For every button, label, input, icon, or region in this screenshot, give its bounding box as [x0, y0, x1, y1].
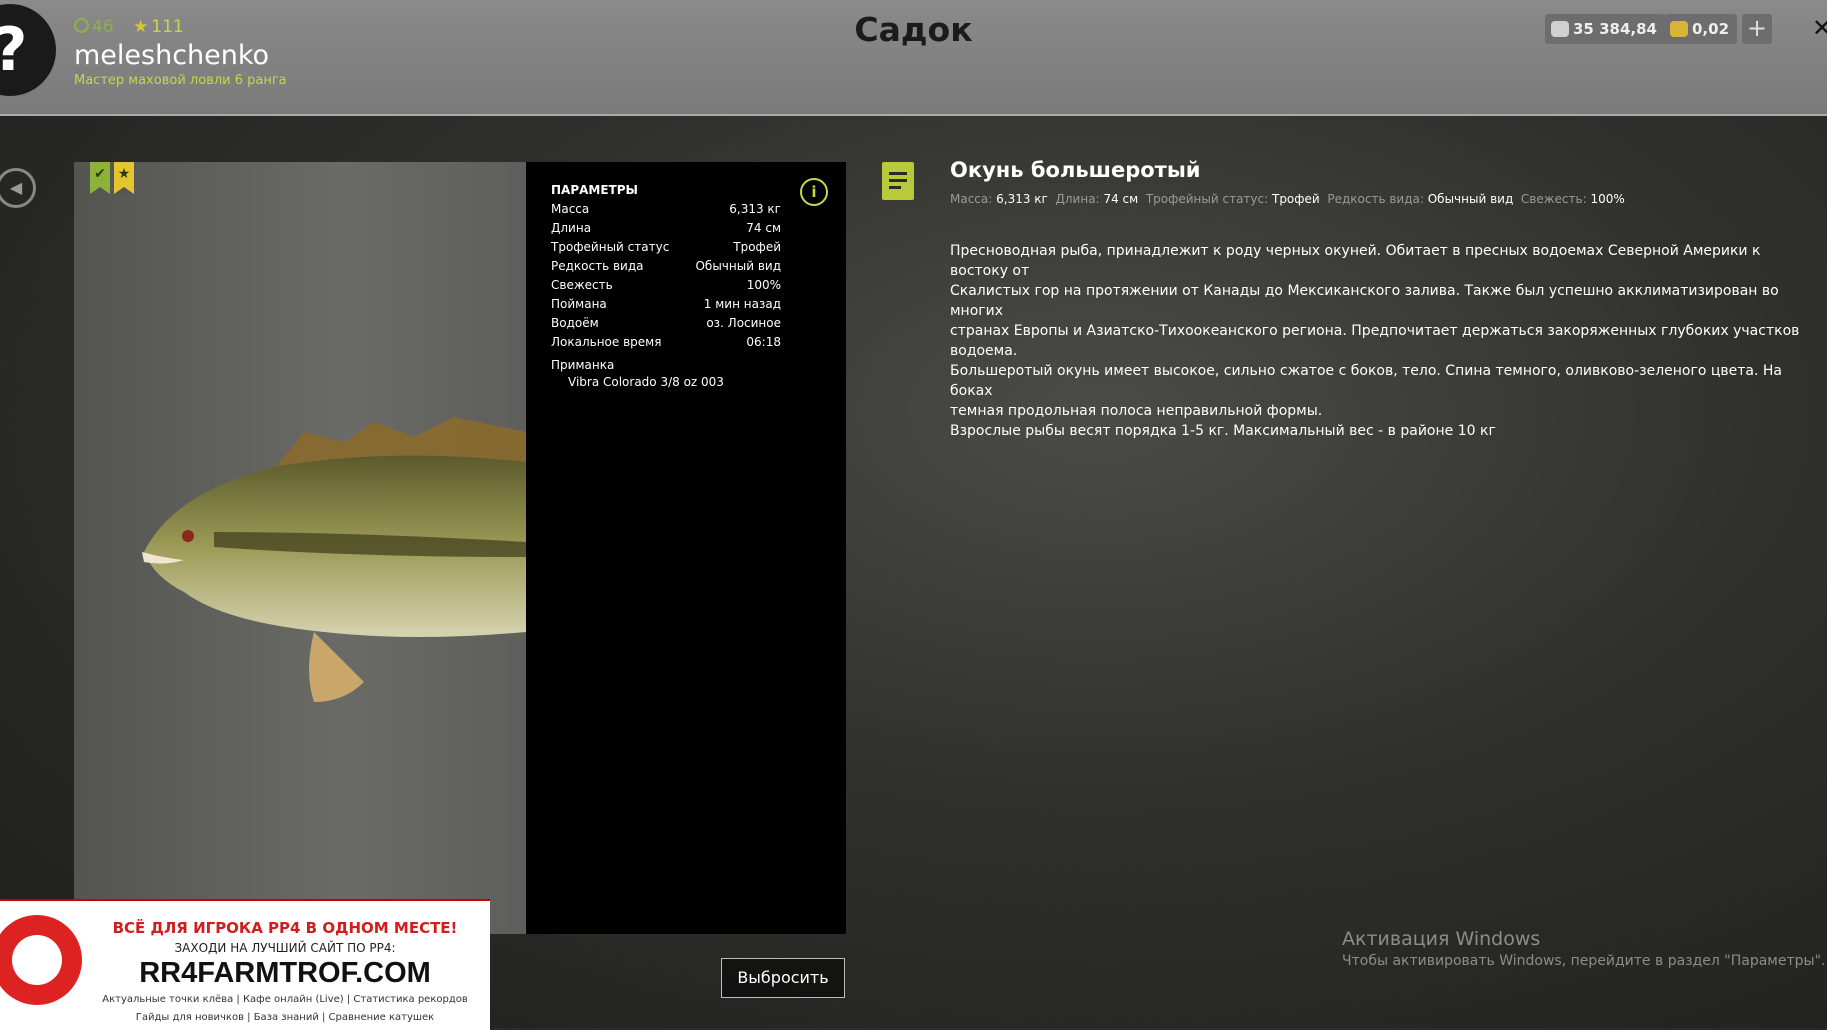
param-value: Трофей	[733, 240, 781, 254]
param-value: Обычный вид	[695, 259, 781, 273]
fish-image-panel: ✔ ★	[74, 162, 526, 934]
summary-fresh-label: Свежесть:	[1520, 192, 1587, 206]
silver-amount: 35 384,84	[1573, 20, 1657, 38]
summary-mass: 6,313 кг	[996, 192, 1048, 206]
gold-balance: 0,02	[1664, 14, 1738, 44]
back-arrow-icon[interactable]: ◀	[0, 168, 36, 208]
param-value: оз. Лосиное	[706, 316, 781, 330]
param-row: Водоём оз. Лосиное	[551, 316, 781, 330]
windows-activation-text: Чтобы активировать Windows, перейдите в …	[1342, 953, 1826, 969]
param-row: Масса 6,313 кг	[551, 202, 781, 216]
summary-length-label: Длина:	[1055, 192, 1100, 206]
param-label: Локальное время	[551, 335, 662, 349]
param-row: Поймана 1 мин назад	[551, 297, 781, 311]
param-value: 6,313 кг	[729, 202, 781, 216]
ad-links-row2: Гайды для новичков | База знаний | Сравн…	[135, 1012, 435, 1023]
param-label: Свежесть	[551, 278, 613, 292]
param-label: Водоём	[551, 316, 599, 330]
summary-length: 74 см	[1103, 192, 1139, 206]
top-bar: ? 46 ★111 meleshchenko Мастер маховой ло…	[0, 0, 1827, 116]
note-icon	[882, 162, 914, 200]
parameters-panel: ПАРАМЕТРЫ i Масса 6,313 кг Длина 74 см Трофе…	[526, 162, 846, 934]
gold-amount: 0,02	[1692, 20, 1730, 38]
param-value: 06:18	[746, 335, 781, 349]
silver-balance: 35 384,84	[1545, 14, 1665, 44]
info-icon[interactable]: i	[800, 178, 828, 206]
plus-icon[interactable]: +	[1742, 14, 1772, 44]
param-value: 1 мин назад	[703, 297, 781, 311]
param-value: 100%	[746, 278, 781, 292]
fish-summary: Масса: 6,313 кг Длина: 74 см Трофейный с…	[950, 192, 1625, 206]
param-value: 74 см	[746, 221, 781, 235]
fish-description: Пресноводная рыба, принадлежит к роду че…	[950, 243, 1800, 439]
summary-rarity-label: Редкость вида:	[1327, 192, 1424, 206]
silver-coins-icon	[1551, 21, 1569, 37]
fish-name: Окунь большеротый	[950, 158, 1201, 182]
ad-subheadline: ЗАХОДИ НА ЛУЧШИЙ САЙТ ПО РР4:	[174, 941, 396, 955]
fish-illustration	[142, 417, 526, 702]
param-row: Локальное время 06:18	[551, 335, 781, 349]
ad-headline: ВСЁ ДЛЯ ИГРОКА РР4 В ОДНОМ МЕСТЕ!	[112, 919, 458, 937]
ad-links-row1: Актуальные точки клёва | Кафе онлайн (Li…	[102, 994, 468, 1005]
param-label: Масса	[551, 202, 590, 216]
discard-button[interactable]: Выбросить	[721, 958, 845, 998]
gold-coins-icon	[1670, 21, 1688, 37]
summary-fresh: 100%	[1590, 192, 1625, 206]
summary-trophy-label: Трофейный статус:	[1145, 192, 1269, 206]
param-row: Редкость вида Обычный вид	[551, 259, 781, 273]
param-label: Длина	[551, 221, 592, 235]
param-label: Поймана	[551, 297, 607, 311]
summary-mass-label: Масса:	[950, 192, 993, 206]
ad-banner[interactable]: ВСЁ ДЛЯ ИГРОКА РР4 В ОДНОМ МЕСТЕ! ЗАХОДИ…	[0, 899, 490, 1030]
summary-rarity: Обычный вид	[1427, 192, 1514, 206]
windows-activation-title: Активация Windows	[1342, 928, 1541, 950]
lure-value: Vibra Colorado 3/8 oz 003	[568, 375, 724, 389]
parameters-heading: ПАРАМЕТРЫ	[551, 183, 638, 197]
lure-label: Приманка	[551, 358, 615, 372]
close-icon[interactable]: ✕	[1812, 14, 1827, 42]
param-label: Редкость вида	[551, 259, 644, 273]
param-label: Трофейный статус	[551, 240, 670, 254]
summary-trophy: Трофей	[1271, 192, 1320, 206]
param-row: Свежесть 100%	[551, 278, 781, 292]
ad-site-name[interactable]: RR4FARMTROF.COM	[0, 957, 570, 990]
param-row: Трофейный статус Трофей	[551, 240, 781, 254]
param-row: Длина 74 см	[551, 221, 781, 235]
player-rank: Мастер маховой ловли 6 ранга	[74, 73, 287, 88]
